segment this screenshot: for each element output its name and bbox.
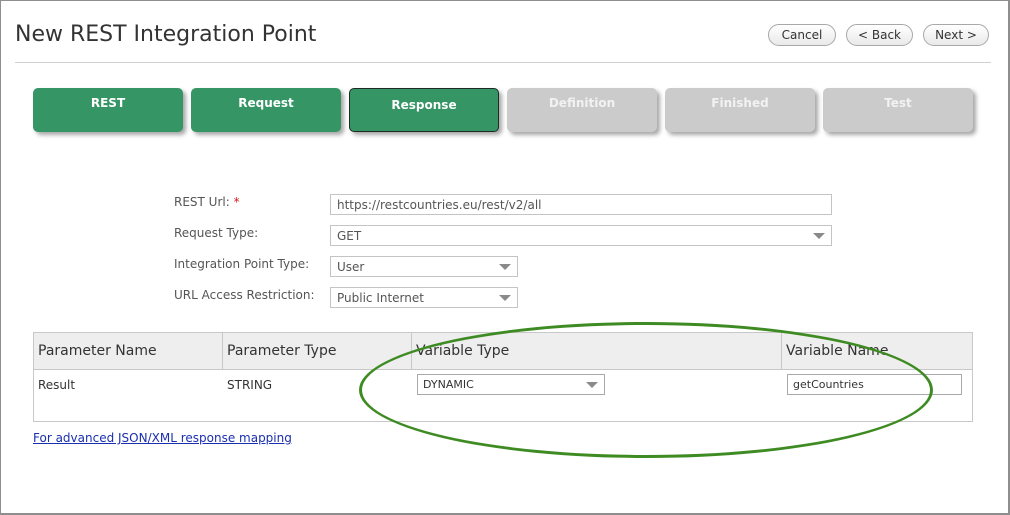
chevron-down-icon — [499, 264, 511, 270]
step-test: Test — [823, 88, 973, 132]
rest-url-value: https://restcountries.eu/rest/v2/all — [337, 198, 542, 212]
request-type-label: Request Type: — [174, 226, 259, 240]
integration-point-type-select[interactable]: User — [330, 256, 518, 277]
request-type-value: GET — [337, 229, 362, 243]
request-type-select[interactable]: GET — [330, 225, 832, 246]
back-button[interactable]: < Back — [846, 24, 913, 46]
step-response[interactable]: Response — [349, 88, 499, 132]
page-title: New REST Integration Point — [15, 22, 317, 47]
column-header-parameter-name: Parameter Name — [34, 333, 223, 370]
highlight-annotation-oval — [359, 322, 933, 458]
url-access-restriction-value: Public Internet — [337, 291, 424, 305]
header-divider — [15, 62, 991, 63]
rest-url-label: REST Url: * — [174, 195, 240, 209]
integration-point-type-value: User — [337, 260, 365, 274]
advanced-mapping-link[interactable]: For advanced JSON/XML response mapping — [33, 431, 292, 445]
chevron-down-icon — [499, 295, 511, 301]
rest-url-input[interactable]: https://restcountries.eu/rest/v2/all — [330, 194, 832, 215]
url-access-restriction-select[interactable]: Public Internet — [330, 287, 518, 308]
next-button[interactable]: Next > — [923, 24, 989, 46]
step-request[interactable]: Request — [191, 88, 341, 132]
chevron-down-icon — [813, 233, 825, 239]
step-finished: Finished — [665, 88, 815, 132]
step-definition: Definition — [507, 88, 657, 132]
required-marker: * — [233, 195, 240, 209]
integration-point-type-label: Integration Point Type: — [174, 257, 310, 271]
rest-url-label-text: REST Url: — [174, 195, 230, 209]
step-rest[interactable]: REST — [33, 88, 183, 132]
url-access-restriction-label: URL Access Restriction: — [174, 288, 315, 302]
cell-parameter-type: STRING — [227, 378, 273, 392]
cancel-button[interactable]: Cancel — [768, 24, 836, 46]
cell-parameter-name: Result — [38, 378, 76, 392]
